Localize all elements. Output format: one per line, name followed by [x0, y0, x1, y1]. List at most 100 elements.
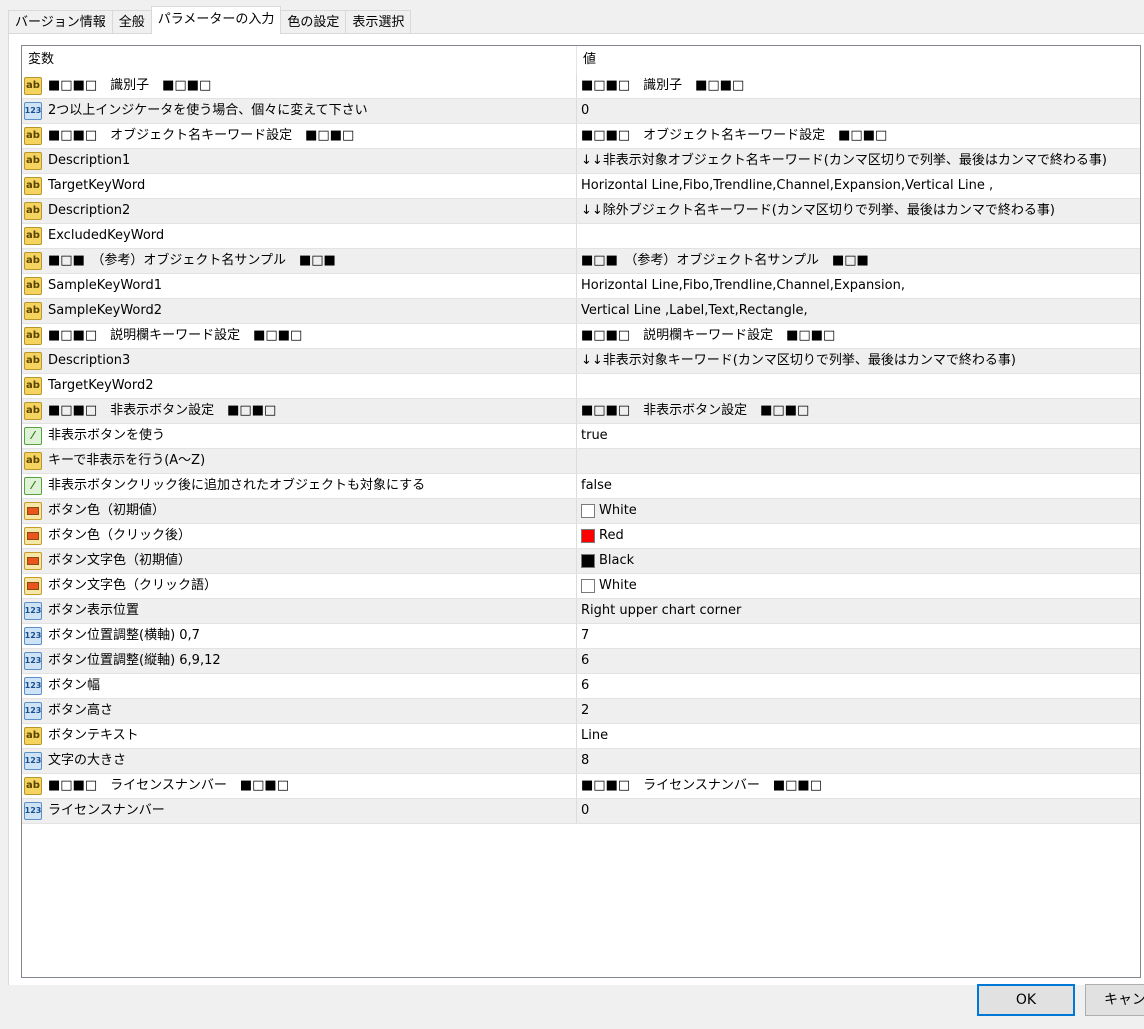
table-row[interactable]: 123 ボタン表示位置 Right upper chart corner: [22, 599, 1140, 624]
value-cell[interactable]: ■□■□ 識別子 ■□■□: [577, 74, 1140, 98]
value-cell[interactable]: Horizontal Line,Fibo,Trendline,Channel,E…: [577, 274, 1140, 298]
value-cell[interactable]: Black: [577, 549, 1140, 573]
string-type-icon: ab: [24, 177, 42, 195]
cancel-button[interactable]: キャンセ: [1085, 984, 1144, 1016]
value-cell[interactable]: true: [577, 424, 1140, 448]
tab-general[interactable]: 全般: [111, 10, 152, 34]
parameter-value: White: [599, 578, 637, 593]
value-cell[interactable]: ↓↓非表示対象オブジェクト名キーワード(カンマ区切りで列挙、最後はカンマで終わる…: [577, 149, 1140, 173]
table-row[interactable]: ⁄ 非表示ボタンクリック後に追加されたオブジェクトも対象にする false: [22, 474, 1140, 499]
table-row[interactable]: ab Description1 ↓↓非表示対象オブジェクト名キーワード(カンマ区切り…: [22, 149, 1140, 174]
value-cell[interactable]: 0: [577, 99, 1140, 123]
table-row[interactable]: ab ■□■□ オブジェクト名キーワード設定 ■□■□ ■□■□ オブジェクト名キー…: [22, 124, 1140, 149]
value-cell[interactable]: Red: [577, 524, 1140, 548]
table-row[interactable]: ab TargetKeyWord2: [22, 374, 1140, 399]
variable-name: SampleKeyWord2: [48, 303, 162, 318]
table-row[interactable]: ab Description2 ↓↓除外ブジェクト名キーワード(カンマ区切りで列挙、…: [22, 199, 1140, 224]
variable-cell: ab ■□■□ 説明欄キーワード設定 ■□■□: [22, 324, 577, 348]
color-type-icon: [24, 552, 42, 570]
value-cell[interactable]: 6: [577, 674, 1140, 698]
table-row[interactable]: 123 ボタン高さ 2: [22, 699, 1140, 724]
variable-cell: ab ■□■□ 非表示ボタン設定 ■□■□: [22, 399, 577, 423]
color-type-icon: [24, 502, 42, 520]
table-row[interactable]: 123 ボタン幅 6: [22, 674, 1140, 699]
variable-name: ボタン位置調整(横軸) 0,7: [48, 628, 200, 643]
value-cell[interactable]: 2: [577, 699, 1140, 723]
table-row[interactable]: 123 ライセンスナンバー 0: [22, 799, 1140, 824]
value-cell[interactable]: [577, 449, 1140, 473]
color-type-icon: [24, 527, 42, 545]
table-row[interactable]: 123 ボタン位置調整(横軸) 0,7 7: [22, 624, 1140, 649]
value-cell[interactable]: 0: [577, 799, 1140, 823]
variable-cell: ab ボタンテキスト: [22, 724, 577, 748]
table-row[interactable]: ab TargetKeyWord Horizontal Line,Fibo,Tren…: [22, 174, 1140, 199]
value-cell[interactable]: Horizontal Line,Fibo,Trendline,Channel,E…: [577, 174, 1140, 198]
table-row[interactable]: ボタン文字色（初期値） Black: [22, 549, 1140, 574]
table-row[interactable]: 123 2つ以上インジケータを使う場合、個々に変えて下さい 0: [22, 99, 1140, 124]
parameter-value: Red: [599, 528, 624, 543]
table-row[interactable]: ab Description3 ↓↓非表示対象キーワード(カンマ区切りで列挙、最後は…: [22, 349, 1140, 374]
variable-cell: ab ExcludedKeyWord: [22, 224, 577, 248]
value-cell[interactable]: 7: [577, 624, 1140, 648]
table-row[interactable]: ab SampleKeyWord1 Horizontal Line,Fibo,Tre…: [22, 274, 1140, 299]
string-type-icon: ab: [24, 302, 42, 320]
variable-name: ボタン文字色（クリック語）: [48, 578, 218, 593]
variable-cell: ab ■□■□ オブジェクト名キーワード設定 ■□■□: [22, 124, 577, 148]
tab-visualization[interactable]: 表示選択: [345, 10, 412, 34]
variable-cell: ボタン文字色（クリック語）: [22, 574, 577, 598]
tab-parameters[interactable]: パラメーターの入力: [150, 6, 282, 34]
table-row[interactable]: ab ■□■□ 識別子 ■□■□ ■□■□ 識別子 ■□■□: [22, 74, 1140, 99]
table-row[interactable]: ab キーで非表示を行う(A～Z): [22, 449, 1140, 474]
value-cell[interactable]: ■□■□ オブジェクト名キーワード設定 ■□■□: [577, 124, 1140, 148]
value-cell[interactable]: Vertical Line ,Label,Text,Rectangle,: [577, 299, 1140, 323]
value-cell[interactable]: Right upper chart corner: [577, 599, 1140, 623]
parameter-value: ↓↓非表示対象オブジェクト名キーワード(カンマ区切りで列挙、最後はカンマで終わる…: [581, 153, 1107, 168]
value-cell[interactable]: [577, 224, 1140, 248]
value-cell[interactable]: Line: [577, 724, 1140, 748]
tab-version-info[interactable]: バージョン情報: [8, 10, 113, 34]
value-cell[interactable]: White: [577, 574, 1140, 598]
color-swatch: [581, 554, 595, 568]
tab-panel: 変数 値 ab ■□■□ 識別子 ■□■□ ■□■□ 識別子 ■□■□ 123 2つ以上…: [8, 33, 1144, 985]
variable-cell: 123 ボタン高さ: [22, 699, 577, 723]
table-row[interactable]: ab ■□■□ 非表示ボタン設定 ■□■□ ■□■□ 非表示ボタン設定 ■□■□: [22, 399, 1140, 424]
table-row[interactable]: ボタン文字色（クリック語） White: [22, 574, 1140, 599]
variable-name: ■□■□ 説明欄キーワード設定 ■□■□: [48, 328, 303, 343]
table-row[interactable]: 123 文字の大きさ 8: [22, 749, 1140, 774]
variable-cell: ab Description1: [22, 149, 577, 173]
table-row[interactable]: ab ExcludedKeyWord: [22, 224, 1140, 249]
table-row[interactable]: 123 ボタン位置調整(縦軸) 6,9,12 6: [22, 649, 1140, 674]
table-row[interactable]: ab SampleKeyWord2 Vertical Line ,Label,Tex…: [22, 299, 1140, 324]
value-cell[interactable]: 8: [577, 749, 1140, 773]
parameter-value: ■□■□ ライセンスナンバー ■□■□: [581, 778, 823, 793]
string-type-icon: ab: [24, 202, 42, 220]
variable-cell: ab SampleKeyWord2: [22, 299, 577, 323]
value-cell[interactable]: White: [577, 499, 1140, 523]
table-row[interactable]: ab ■□■□ 説明欄キーワード設定 ■□■□ ■□■□ 説明欄キーワード設定 ■□…: [22, 324, 1140, 349]
column-header-variable[interactable]: 変数: [22, 46, 577, 74]
tab-colors[interactable]: 色の設定: [280, 10, 347, 34]
parameter-value: Right upper chart corner: [581, 603, 742, 618]
table-row[interactable]: ab ■□■ （参考）オブジェクト名サンプル ■□■ ■□■ （参考）オブジェクト名…: [22, 249, 1140, 274]
value-cell[interactable]: ■□■□ 非表示ボタン設定 ■□■□: [577, 399, 1140, 423]
table-row[interactable]: ab ボタンテキスト Line: [22, 724, 1140, 749]
value-cell[interactable]: false: [577, 474, 1140, 498]
table-row[interactable]: ⁄ 非表示ボタンを使う true: [22, 424, 1140, 449]
value-cell[interactable]: ↓↓除外ブジェクト名キーワード(カンマ区切りで列挙、最後はカンマで終わる事): [577, 199, 1140, 223]
value-cell[interactable]: [577, 374, 1140, 398]
table-row[interactable]: ボタン色（初期値） White: [22, 499, 1140, 524]
value-cell[interactable]: 6: [577, 649, 1140, 673]
variable-name: ボタン高さ: [48, 703, 114, 718]
ok-button[interactable]: OK: [977, 984, 1075, 1016]
value-cell[interactable]: ■□■□ 説明欄キーワード設定 ■□■□: [577, 324, 1140, 348]
table-row[interactable]: ボタン色（クリック後） Red: [22, 524, 1140, 549]
value-cell[interactable]: ↓↓非表示対象キーワード(カンマ区切りで列挙、最後はカンマで終わる事): [577, 349, 1140, 373]
variable-name: ExcludedKeyWord: [48, 228, 165, 243]
variable-cell: ボタン色（初期値）: [22, 499, 577, 523]
value-cell[interactable]: ■□■ （参考）オブジェクト名サンプル ■□■: [577, 249, 1140, 273]
number-type-icon: 123: [24, 677, 42, 695]
table-row[interactable]: ab ■□■□ ライセンスナンバー ■□■□ ■□■□ ライセンスナンバー ■□■□: [22, 774, 1140, 799]
value-cell[interactable]: ■□■□ ライセンスナンバー ■□■□: [577, 774, 1140, 798]
column-header-value[interactable]: 値: [577, 46, 1140, 74]
number-type-icon: 123: [24, 802, 42, 820]
